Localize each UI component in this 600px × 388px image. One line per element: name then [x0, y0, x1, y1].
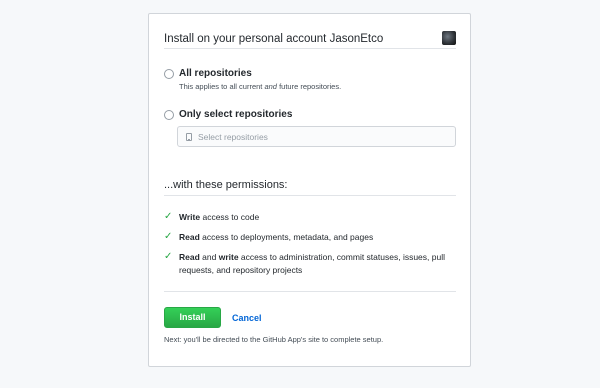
check-icon: ✓: [164, 231, 173, 242]
option-all-repositories[interactable]: All repositories This applies to all cur…: [164, 68, 456, 92]
page: Install on your personal account JasonEt…: [0, 0, 600, 388]
permission-item: ✓ Write access to code: [164, 211, 456, 225]
permission-text: Read and write access to administration,…: [179, 252, 445, 275]
card-header: Install on your personal account JasonEt…: [164, 31, 456, 52]
install-button[interactable]: Install: [164, 307, 221, 328]
permission-item: ✓ Read access to deployments, metadata, …: [164, 231, 456, 245]
check-icon: ✓: [164, 211, 173, 222]
select-repositories-input[interactable]: Select repositories: [177, 126, 456, 147]
permissions-divider: [164, 195, 456, 196]
option-note-all-repositories: This applies to all current and future r…: [179, 82, 342, 91]
option-label-only-select: Only select repositories: [179, 109, 293, 120]
permission-item: ✓ Read and write access to administratio…: [164, 251, 456, 277]
radio-all-repositories[interactable]: [164, 69, 174, 79]
cancel-link[interactable]: Cancel: [232, 313, 262, 323]
setup-footnote: Next: you'll be directed to the GitHub A…: [164, 335, 384, 344]
permission-text: Read access to deployments, metadata, an…: [179, 232, 374, 242]
install-title: Install on your personal account JasonEt…: [164, 33, 384, 45]
repo-icon: [186, 133, 192, 141]
permissions-title: ...with these permissions:: [164, 179, 288, 191]
select-repositories-placeholder: Select repositories: [198, 132, 268, 142]
check-icon: ✓: [164, 251, 173, 262]
header-divider: [164, 48, 456, 49]
actions-divider: [164, 291, 456, 292]
option-only-select-repositories[interactable]: Only select repositories: [164, 109, 456, 123]
avatar: [442, 31, 456, 45]
option-label-all-repositories: All repositories: [179, 68, 252, 79]
install-card: Install on your personal account JasonEt…: [148, 13, 471, 367]
permission-text: Write access to code: [179, 212, 260, 222]
radio-only-select-repositories[interactable]: [164, 110, 174, 120]
